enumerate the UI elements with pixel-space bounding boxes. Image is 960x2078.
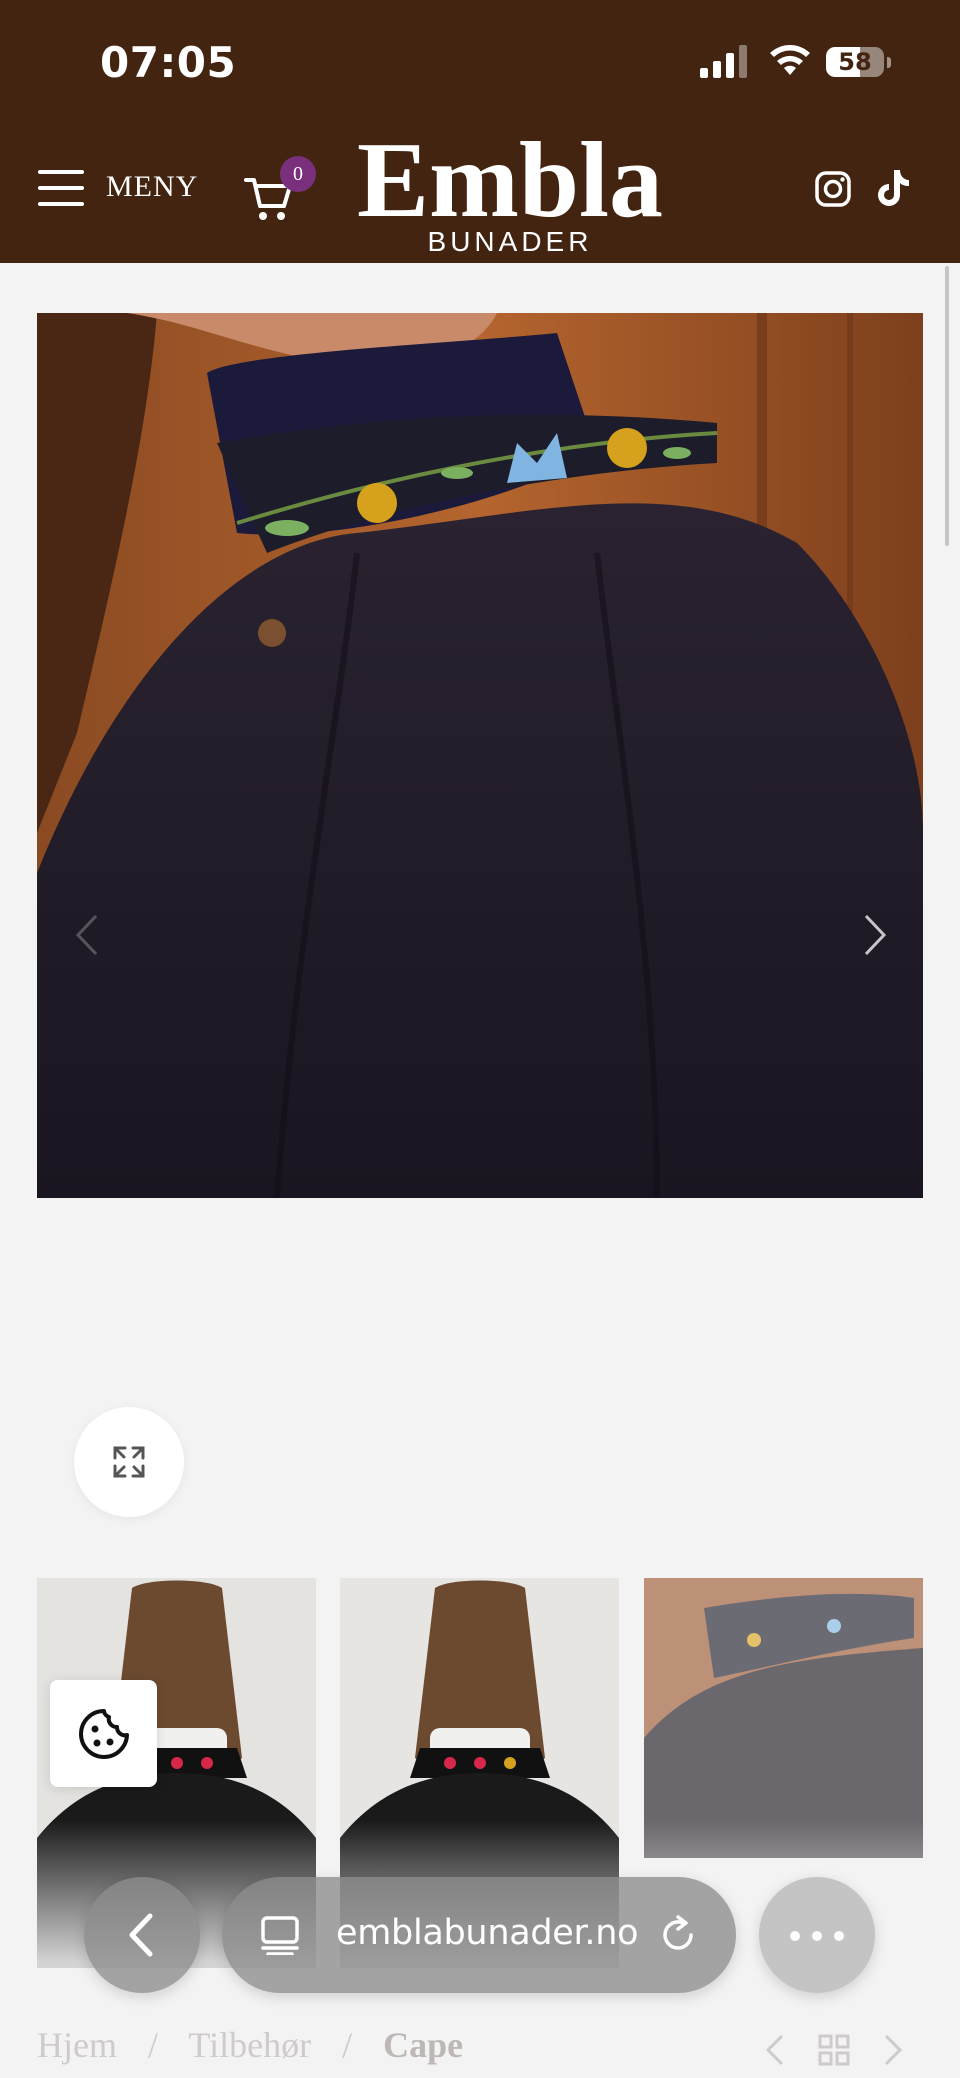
- site-logo[interactable]: Embla BUNADER: [350, 120, 670, 263]
- next-product-chevron-icon[interactable]: [880, 2030, 906, 2070]
- product-main-image[interactable]: [37, 313, 923, 1198]
- cookie-settings-button[interactable]: [50, 1680, 157, 1787]
- logo-subtitle: BUNADER: [427, 226, 593, 257]
- browser-url: emblabunader.no: [336, 1913, 639, 1953]
- browser-back-button[interactable]: [84, 1877, 200, 1993]
- expand-image-button[interactable]: [74, 1407, 184, 1517]
- reload-icon[interactable]: [658, 1915, 698, 1955]
- menu-label: MENY: [106, 170, 199, 203]
- gallery-prev-arrow-icon[interactable]: [66, 910, 106, 960]
- prev-product-chevron-icon[interactable]: [762, 2030, 788, 2070]
- page-scrollbar[interactable]: [945, 266, 949, 546]
- grid-icon[interactable]: [818, 2030, 850, 2070]
- browser-address-bar[interactable]: emblabunader.no: [222, 1877, 736, 1993]
- gallery-next-arrow-icon[interactable]: [856, 910, 896, 960]
- gallery-thumbnail-3[interactable]: [644, 1578, 923, 1858]
- battery-percent: 58: [838, 48, 872, 76]
- battery-indicator: 58: [826, 47, 892, 79]
- status-bar: 07:05 58: [0, 0, 960, 120]
- browser-more-button[interactable]: [759, 1877, 875, 1993]
- breadcrumb: Hjem / Tilbehør / Cape: [37, 2024, 485, 2074]
- breadcrumb-current: Cape: [383, 2025, 464, 2065]
- breadcrumb-home[interactable]: Hjem: [37, 2025, 117, 2065]
- breadcrumb-separator: /: [342, 2025, 353, 2065]
- breadcrumb-accessories[interactable]: Tilbehør: [188, 2025, 311, 2065]
- status-time: 07:05: [100, 38, 237, 87]
- cart-count-badge: 0: [280, 156, 316, 192]
- hamburger-icon: [38, 170, 84, 206]
- logo-name: Embla: [356, 121, 664, 240]
- instagram-icon[interactable]: [814, 170, 852, 208]
- wifi-icon: [770, 45, 810, 75]
- site-header: MENY 0 Embla BUNADER: [0, 120, 960, 263]
- expand-icon: [113, 1446, 145, 1478]
- cart-button[interactable]: 0: [244, 156, 316, 226]
- cookie-icon: [79, 1709, 129, 1759]
- tabs-icon: [261, 1916, 299, 1955]
- menu-button[interactable]: MENY: [38, 160, 208, 220]
- cellular-signal-icon: [700, 45, 747, 78]
- tiktok-icon[interactable]: [874, 168, 910, 208]
- breadcrumb-separator: /: [147, 2025, 158, 2065]
- chevron-left-icon: [129, 1913, 153, 1957]
